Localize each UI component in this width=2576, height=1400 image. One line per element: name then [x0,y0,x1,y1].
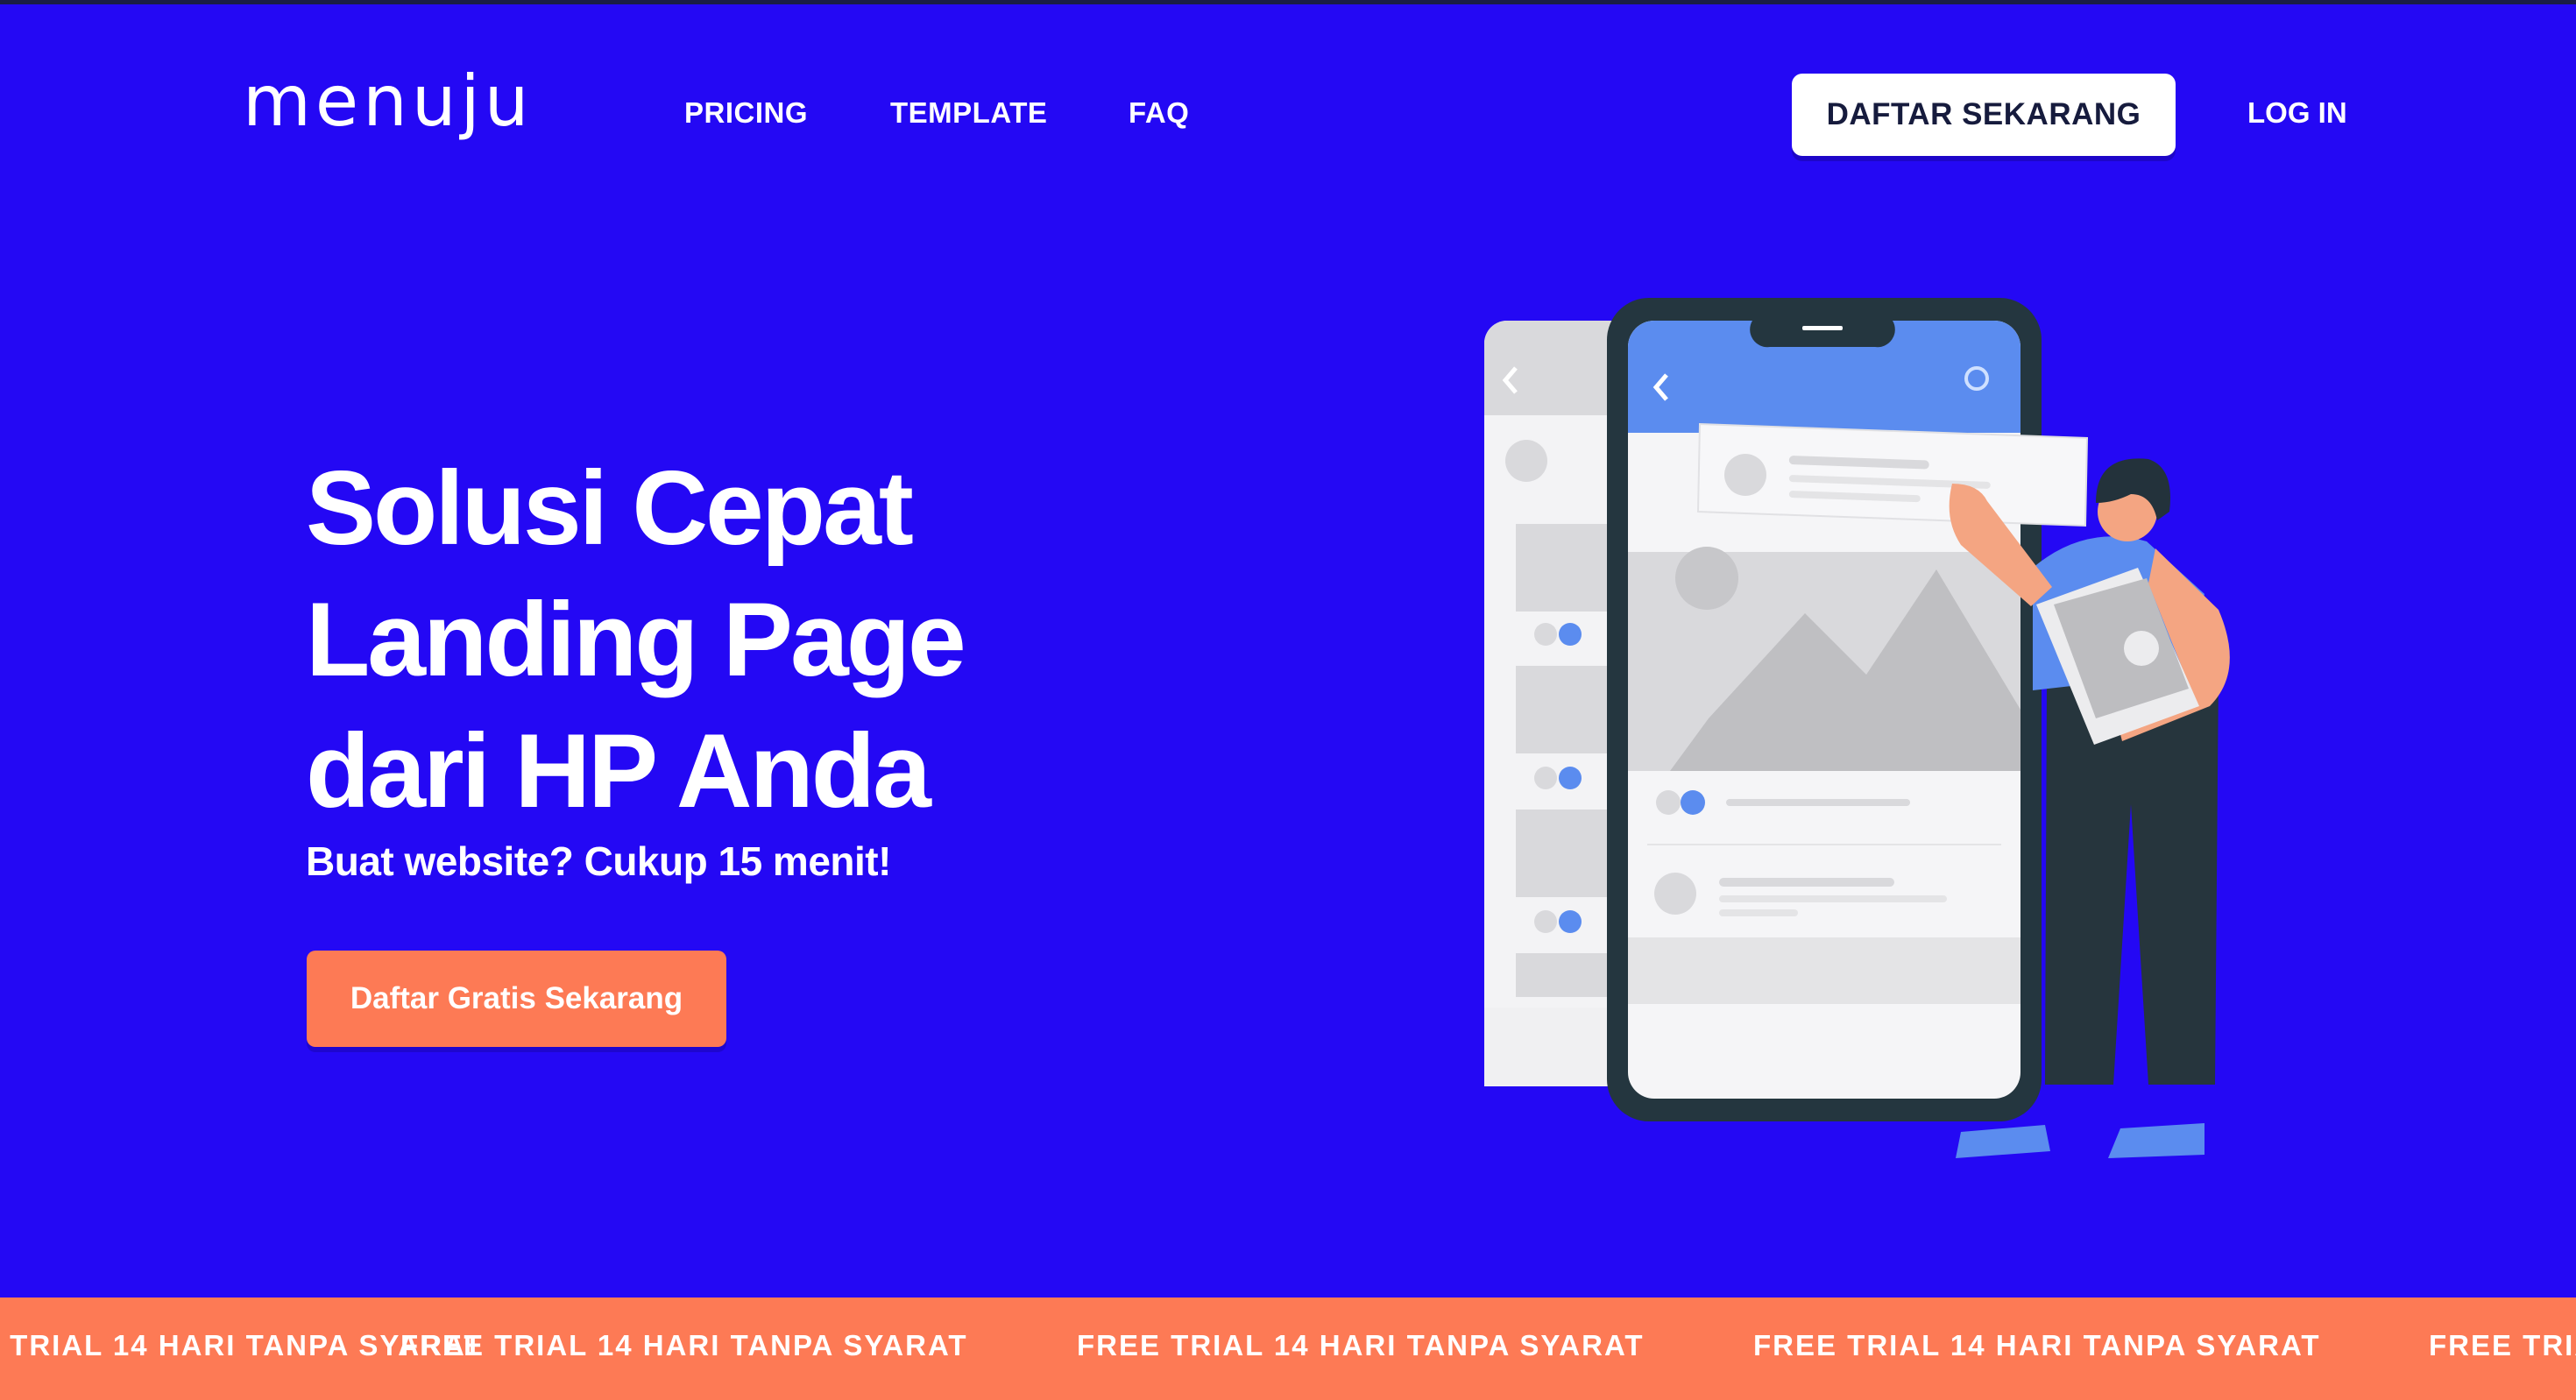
hero-subtitle: Buat website? Cukup 15 menit! [306,838,891,884]
hero-title: Solusi Cepat Landing Page dari HP Anda [306,442,966,837]
hero-title-line: Landing Page [306,581,966,698]
nav-faq-link[interactable]: FAQ [1129,96,1189,130]
login-link[interactable]: LOG IN [2247,96,2347,130]
top-border [0,0,2576,4]
front-phone [1607,298,2042,1121]
phone-app-illustration [1484,298,2230,1158]
marquee-item: FREE TRIAL 14 HARI TANPA SYARAT [1753,1329,2321,1361]
marquee-item: FREE TRIAL 14 HARI TANPA SYARAT [400,1329,968,1361]
daftar-gratis-button[interactable]: Daftar Gratis Sekarang [307,951,726,1047]
logo[interactable]: menuju [243,67,533,137]
nav-template-link[interactable]: TEMPLATE [890,96,1047,130]
nav-pricing-link[interactable]: PRICING [684,96,808,130]
floating-card [1696,422,2089,527]
free-trial-marquee: FREE TRIAL 14 HARI TANPA SYARAT FREE TRI… [0,1297,2576,1400]
marquee-item: FREE TRIAL 14 HARI TANPA SYARAT [1077,1329,1645,1361]
marquee-item: FREE TRIAL 14 HARI TANPA SYARAT [2429,1329,2576,1361]
daftar-sekarang-button[interactable]: DAFTAR SEKARANG [1792,74,2176,156]
hero-title-line: Solusi Cepat [306,449,914,567]
hero-title-line: dari HP Anda [306,712,931,830]
